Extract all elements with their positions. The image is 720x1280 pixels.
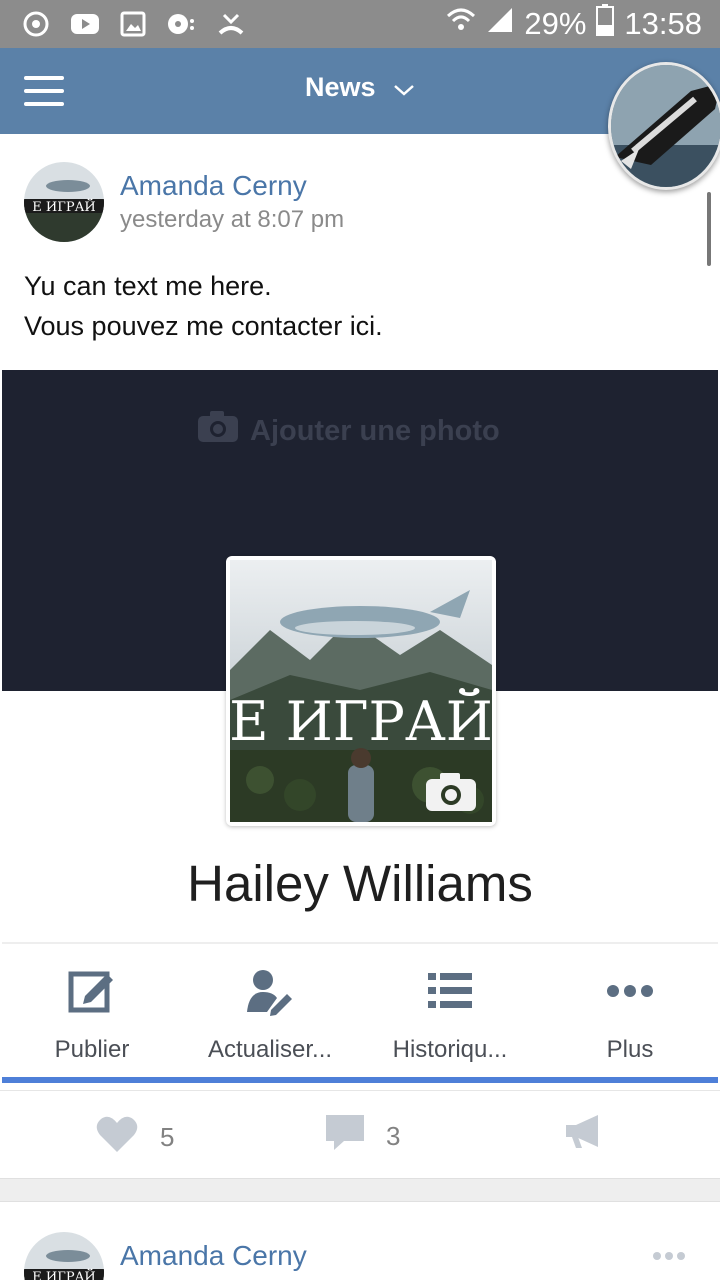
page-title: News [304, 72, 376, 102]
post-options-icon[interactable] [652, 1248, 686, 1266]
battery-icon [596, 4, 615, 44]
clock: 13:58 [624, 6, 702, 41]
more-label: Plus [606, 1036, 654, 1063]
add-photo-label: Ajouter une photo [250, 414, 500, 447]
notification-icons [22, 10, 246, 38]
profile-actions: Publier Actualiser... Historiqu... Plus [2, 942, 718, 1078]
profile-name: Hailey Williams [187, 855, 533, 912]
chevron-down-icon [393, 73, 415, 104]
heart-icon [96, 1115, 138, 1160]
update-action: Actualiser... [180, 964, 360, 1064]
megaphone-icon [564, 1115, 604, 1156]
history-label: Historiqu... [392, 1036, 508, 1063]
post-author[interactable]: Amanda Cerny [120, 170, 307, 202]
list-icon [360, 964, 540, 1018]
status-bar: 29% 13:58 [0, 0, 720, 48]
battery-percent: 29% [524, 6, 587, 41]
chat-head-avatar[interactable] [608, 62, 720, 190]
history-action: Historiqu... [360, 964, 540, 1064]
profile-picture: E ИГРАЙ [226, 556, 496, 826]
update-label: Actualiser... [207, 1036, 333, 1063]
post-text-line2: Vous pouvez me contacter ici. [24, 311, 383, 341]
signal-icon [486, 6, 514, 42]
next-post-author[interactable]: Amanda Cerny [120, 1240, 307, 1272]
likes-count: 5 [160, 1122, 175, 1152]
avatar-caption: E ИГРАЙ [32, 198, 96, 215]
next-author-avatar[interactable]: E ИГРАЙ [24, 1232, 104, 1280]
like-button[interactable]: 5 [96, 1115, 174, 1160]
post-time: yesterday at 8:07 pm [120, 206, 345, 233]
user-edit-icon [180, 964, 360, 1018]
more-action: Plus [540, 964, 720, 1064]
author-avatar[interactable]: E ИГРАЙ [24, 162, 104, 242]
more-icon [540, 964, 720, 1018]
post-text-line1: Yu can text me here. [24, 271, 272, 301]
camera-icon [196, 410, 240, 452]
sync-icon [22, 10, 50, 38]
system-status: 29% 13:58 [446, 4, 702, 44]
wifi-icon [446, 6, 476, 42]
scrollbar[interactable] [707, 192, 711, 266]
share-button[interactable] [564, 1115, 604, 1156]
gallery-icon [120, 11, 146, 37]
media-icon [166, 11, 196, 37]
edit-icon [2, 964, 182, 1018]
accent-line [2, 1077, 718, 1083]
next-avatar-caption: E ИГРАЙ [32, 1268, 96, 1280]
post-separator [0, 1178, 720, 1202]
publish-action: Publier [2, 964, 182, 1064]
publish-label: Publier [54, 1036, 130, 1063]
add-photo-button: Ajouter une photo [196, 410, 500, 452]
comment-button[interactable]: 3 [326, 1115, 400, 1158]
comment-icon [326, 1115, 364, 1158]
post-image[interactable]: Ajouter une photo E ИГРАЙ Hailey William… [2, 370, 718, 938]
youtube-icon [70, 12, 100, 36]
profile-pic-caption: E ИГРАЙ [230, 687, 492, 753]
post-text: Yu can text me here. Vous pouvez me cont… [24, 266, 383, 346]
missed-call-icon [216, 11, 246, 37]
post-footer: 5 3 [0, 1090, 720, 1178]
comments-count: 3 [386, 1121, 401, 1151]
